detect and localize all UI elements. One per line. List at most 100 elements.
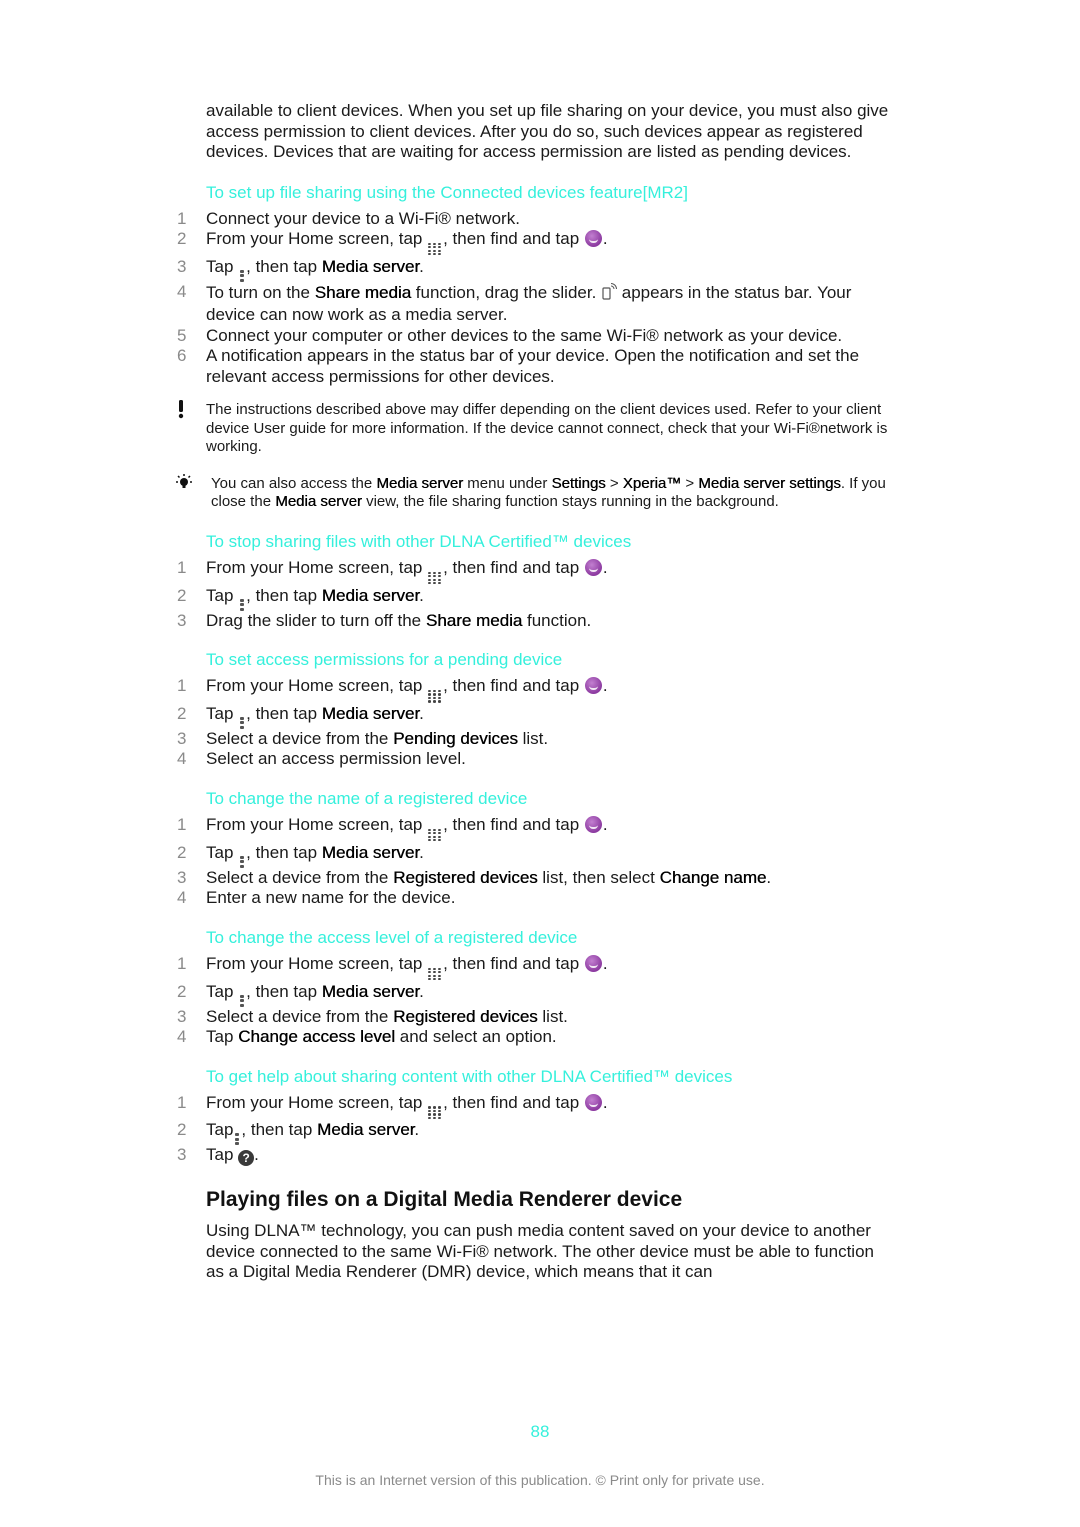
list-item: 6A notification appears in the status ba… bbox=[177, 346, 860, 386]
document-page: available to client devices. When you se… bbox=[0, 0, 1080, 1527]
step-list: 1 From your Home screen, tap , then find … bbox=[177, 558, 896, 631]
step-list: 1 From your Home screen, tap , then find … bbox=[177, 676, 896, 770]
list-item: 3 Select a device from the Pending device… bbox=[177, 728, 549, 748]
list-item: 3 Select a device from the Registered dev… bbox=[177, 1006, 568, 1026]
step-number: 1 bbox=[177, 557, 187, 577]
tip-text: You can also access the Media server men… bbox=[211, 474, 886, 511]
menu-icon bbox=[240, 716, 245, 729]
warning-note: The instructions described above may dif… bbox=[178, 400, 896, 457]
step-list: 1 Connect your device to a Wi-Fi® network… bbox=[177, 209, 896, 388]
ui-term: Media server bbox=[321, 256, 420, 276]
step-number: 1 bbox=[177, 676, 187, 696]
step-number: 2 bbox=[177, 842, 187, 862]
list-item: 4 Enter a new name for the device. bbox=[177, 888, 456, 908]
ui-term: Media server bbox=[321, 703, 420, 723]
list-item: 2 Tap , then tap Media server. bbox=[177, 981, 896, 1007]
step-number: 3 bbox=[177, 1145, 187, 1165]
step-number: 1 bbox=[177, 208, 187, 228]
page-number: 88 bbox=[530, 1422, 550, 1441]
task-heading: To set access permissions for a pending … bbox=[206, 650, 563, 670]
ui-term: Xperia™ bbox=[622, 474, 682, 492]
warning-text: The instructions described above may dif… bbox=[206, 401, 888, 456]
media-server-status-icon bbox=[601, 282, 618, 306]
lightbulb-icon bbox=[174, 473, 194, 499]
ui-term: Media server bbox=[376, 474, 464, 492]
apps-grid-icon bbox=[428, 242, 442, 257]
ui-term: Pending devices bbox=[393, 728, 518, 748]
ui-term: Media server bbox=[321, 981, 420, 1001]
list-item: 3 Tap ?. bbox=[177, 1145, 259, 1167]
list-item: 3 Tap , then tap Media server. bbox=[177, 256, 896, 282]
apps-grid-icon bbox=[428, 967, 442, 982]
walkman-app-icon bbox=[584, 1093, 602, 1111]
ui-term: Media server bbox=[317, 1120, 415, 1140]
list-item: 2 Tap , then tap Media server. bbox=[177, 842, 896, 868]
task-section: To set access permissions for a pending … bbox=[177, 650, 896, 770]
step-number: 3 bbox=[177, 1006, 187, 1026]
tip-note: You can also access the Media server men… bbox=[176, 473, 896, 512]
list-item: 4 Select an access permission level. bbox=[177, 749, 466, 769]
task-heading: To get help about sharing content with o… bbox=[206, 1066, 733, 1086]
step-number: 2 bbox=[177, 981, 187, 1001]
list-item: 1 From your Home screen, tap , then find … bbox=[177, 676, 896, 704]
list-item: 4 To turn on the Share media function, dr… bbox=[177, 281, 852, 325]
task-sections: To stop sharing files with other DLNA Ce… bbox=[177, 531, 896, 1167]
list-item: 2 Tap, then tap Media server. bbox=[177, 1120, 896, 1146]
section-heading: Playing files on a Digital Media Rendere… bbox=[206, 1188, 683, 1212]
ui-term: Share media bbox=[425, 610, 523, 630]
list-item: 3 Select a device from the Registered dev… bbox=[177, 867, 772, 887]
task-section: To change the access level of a register… bbox=[177, 927, 896, 1048]
step-list: 1 From your Home screen, tap , then find … bbox=[177, 815, 896, 909]
task-section: To get help about sharing content with o… bbox=[177, 1066, 896, 1167]
ui-term: Media server settings bbox=[698, 474, 841, 492]
ui-term: Media server bbox=[321, 842, 420, 862]
menu-icon bbox=[240, 855, 245, 868]
step-list: 1 From your Home screen, tap , then find … bbox=[177, 1093, 896, 1167]
step-number: 1 bbox=[177, 953, 187, 973]
warning-icon bbox=[176, 399, 186, 425]
ui-term: Registered devices bbox=[393, 867, 538, 887]
apps-grid-icon bbox=[428, 689, 442, 704]
menu-icon bbox=[240, 994, 245, 1007]
task-heading: To set up file sharing using the Connect… bbox=[206, 182, 688, 202]
task-section: To set up file sharing using the Connect… bbox=[177, 182, 896, 388]
step-number: 2 bbox=[177, 703, 187, 723]
step-number: 3 bbox=[177, 256, 187, 276]
step-number: 3 bbox=[177, 728, 187, 748]
step-number: 5 bbox=[177, 325, 187, 345]
list-item: 2 From your Home screen, tap , then find … bbox=[177, 229, 896, 257]
task-section: To change the name of a registered devic… bbox=[177, 789, 896, 909]
walkman-app-icon bbox=[584, 558, 602, 576]
walkman-app-icon bbox=[584, 677, 602, 695]
intro-paragraph: available to client devices. When you se… bbox=[206, 101, 889, 161]
task-heading: To stop sharing files with other DLNA Ce… bbox=[206, 531, 632, 551]
list-item: 1 From your Home screen, tap , then find … bbox=[177, 815, 896, 843]
step-number: 4 bbox=[177, 888, 187, 908]
ui-term: Media server bbox=[321, 585, 420, 605]
walkman-app-icon bbox=[584, 230, 602, 247]
step-number: 2 bbox=[177, 229, 187, 248]
menu-icon bbox=[240, 598, 245, 611]
walkman-app-icon bbox=[584, 954, 602, 972]
ui-term: Registered devices bbox=[393, 1006, 538, 1026]
menu-icon bbox=[240, 269, 245, 282]
list-item: 5 Connect your computer or other devices … bbox=[177, 325, 843, 345]
task-section: To stop sharing files with other DLNA Ce… bbox=[177, 531, 896, 631]
step-number: 3 bbox=[177, 610, 187, 630]
step-number: 2 bbox=[177, 1120, 187, 1140]
step-number: 2 bbox=[177, 585, 187, 605]
step-number: 6 bbox=[177, 346, 187, 366]
section-setup-sharing: To set up file sharing using the Connect… bbox=[177, 182, 896, 388]
walkman-app-icon bbox=[584, 815, 602, 833]
ui-term: Change access level bbox=[238, 1027, 396, 1047]
list-item: 2 Tap , then tap Media server. bbox=[177, 585, 896, 611]
ui-term: Settings bbox=[551, 474, 606, 492]
ui-term: Change name bbox=[659, 867, 767, 887]
step-number: 1 bbox=[177, 814, 187, 834]
ui-term: Media server bbox=[275, 493, 362, 511]
page-content: available to client devices. When you se… bbox=[176, 101, 896, 1283]
task-heading: To change the access level of a register… bbox=[206, 927, 578, 947]
closing-paragraph: Using DLNA™ technology, you can push med… bbox=[206, 1221, 874, 1282]
list-item: 2 Tap , then tap Media server. bbox=[177, 703, 896, 729]
step-number: 4 bbox=[177, 749, 187, 769]
